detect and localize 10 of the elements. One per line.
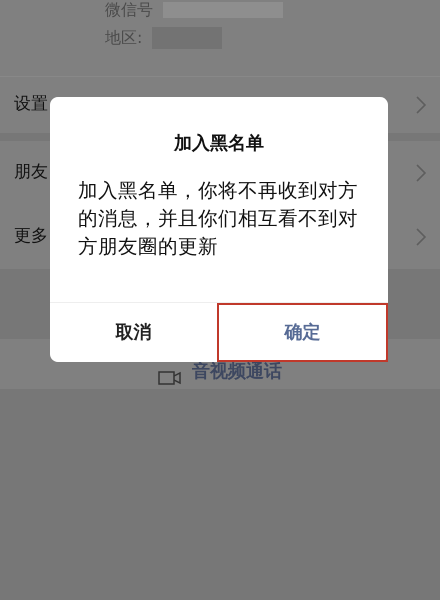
video-camera-icon bbox=[158, 371, 182, 385]
dialog-title: 加入黑名单 bbox=[172, 132, 265, 156]
chevron-right-icon bbox=[416, 96, 426, 114]
chevron-right-icon bbox=[416, 228, 426, 246]
menu-label: 更多 bbox=[14, 225, 48, 248]
dialog-message: 加入黑名单，你将不再收到对方的消息，并且你们相互看不到对方朋友圈的更新 bbox=[78, 178, 359, 260]
menu-label: 朋友 bbox=[14, 161, 48, 184]
menu-label: 设置 bbox=[14, 93, 48, 116]
confirm-button[interactable]: 确定 bbox=[217, 303, 388, 362]
chevron-right-icon bbox=[416, 164, 426, 182]
